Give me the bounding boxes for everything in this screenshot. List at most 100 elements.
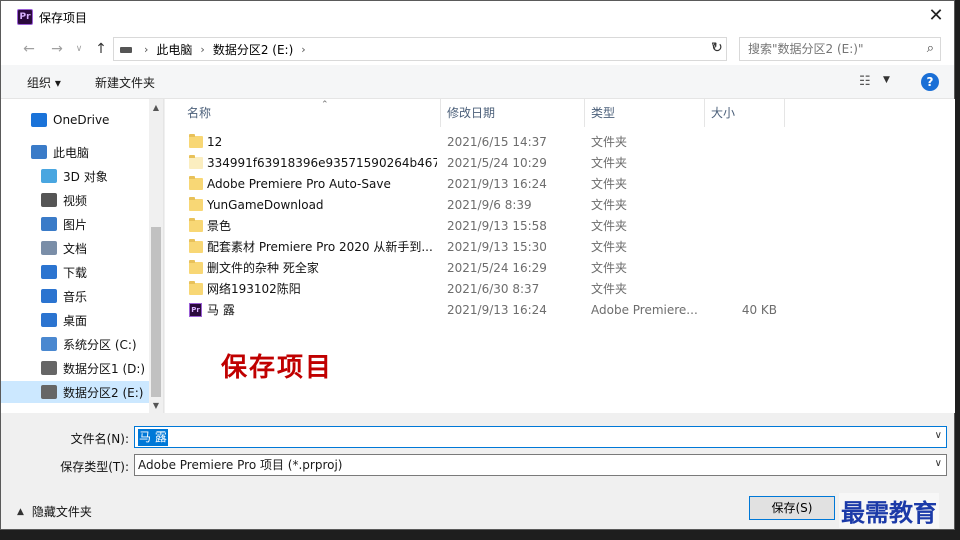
- column-header-name[interactable]: 名称 ⌃: [181, 99, 441, 127]
- file-row[interactable]: YunGameDownload 2021/9/6 8:39 文件夹: [165, 195, 955, 216]
- nav-item-label: 下载: [63, 265, 88, 280]
- file-type: 文件夹: [591, 282, 628, 296]
- nav-item[interactable]: 系统分区 (C:): [1, 333, 149, 355]
- file-type: 文件夹: [591, 156, 628, 170]
- breadcrumb-drive-e[interactable]: 数据分区2 (E:): [213, 41, 293, 58]
- music-icon: [41, 289, 57, 303]
- column-header-size[interactable]: 大小: [705, 99, 785, 127]
- file-size: [711, 237, 777, 258]
- organize-menu-button[interactable]: 组织 ▾: [27, 74, 61, 91]
- column-header-type[interactable]: 类型: [585, 99, 705, 127]
- file-row[interactable]: 12 2021/6/15 14:37 文件夹: [165, 132, 955, 153]
- forward-arrow-icon[interactable]: →: [47, 39, 67, 59]
- save-button[interactable]: 保存(S): [749, 496, 835, 520]
- nav-item-label: 3D 对象: [63, 169, 108, 184]
- nav-item[interactable]: 下载: [1, 261, 149, 283]
- command-bar: 组织 ▾ 新建文件夹 ☷ ▼ ?: [1, 65, 954, 99]
- address-bar[interactable]: › 此电脑 › 数据分区2 (E:) › ∨: [113, 37, 727, 61]
- scroll-thumb[interactable]: [151, 227, 161, 397]
- nav-item[interactable]: 数据分区2 (E:): [1, 381, 149, 403]
- watermark-logo: 最需教育: [839, 493, 939, 528]
- up-arrow-icon[interactable]: ↑: [91, 39, 111, 59]
- drive-c-icon: [41, 337, 57, 351]
- nav-item[interactable]: 桌面: [1, 309, 149, 331]
- nav-item-label: 文档: [63, 241, 88, 256]
- nav-item[interactable]: 此电脑: [1, 141, 149, 163]
- breadcrumb: › 此电脑 › 数据分区2 (E:) ›: [136, 38, 314, 60]
- nav-item[interactable]: 数据分区1 (D:): [1, 357, 149, 379]
- nav-item-label: 视频: [63, 193, 88, 208]
- window-title: 保存项目: [39, 10, 88, 25]
- breadcrumb-separator-icon[interactable]: ›: [200, 43, 204, 56]
- sort-up-icon: ⌃: [321, 100, 329, 110]
- chevron-down-icon[interactable]: ▼: [883, 75, 890, 85]
- file-size: 40 KB: [741, 303, 777, 317]
- nav-item-label: 图片: [63, 217, 88, 232]
- file-modified: 2021/9/6 8:39: [447, 198, 532, 212]
- download-icon: [41, 265, 57, 279]
- scroll-down-icon[interactable]: ▼: [149, 399, 163, 413]
- search-icon[interactable]: ⌕: [927, 41, 934, 56]
- refresh-icon[interactable]: ↻: [706, 37, 728, 61]
- file-row[interactable]: 配套素材 Premiere Pro 2020 从新手到... 2021/9/13 …: [165, 237, 955, 258]
- search-input[interactable]: [740, 38, 910, 60]
- nav-item-label: 桌面: [63, 313, 88, 328]
- nav-item[interactable]: 音乐: [1, 285, 149, 307]
- view-options-icon[interactable]: ☷: [859, 74, 871, 89]
- file-name: 配套素材 Premiere Pro 2020 从新手到...: [207, 240, 433, 254]
- file-size: [711, 216, 777, 237]
- chevron-down-icon[interactable]: ∨: [935, 430, 942, 441]
- drive-icon: [41, 385, 57, 399]
- file-name: 马 露: [207, 303, 235, 317]
- breadcrumb-this-pc[interactable]: 此电脑: [156, 41, 192, 58]
- file-modified: 2021/6/15 14:37: [447, 135, 547, 149]
- chevron-down-icon[interactable]: ∨: [935, 458, 942, 469]
- file-row[interactable]: 334991f63918396e93571590264b4674 2021/5/2…: [165, 153, 955, 174]
- recent-chevron-icon[interactable]: ∨: [69, 39, 89, 59]
- file-row[interactable]: 删文件的杂种 死全家 2021/5/24 16:29 文件夹: [165, 258, 955, 279]
- filename-field[interactable]: 马 露 ∨: [134, 426, 947, 448]
- folder-icon: [189, 218, 203, 232]
- nav-item-label: 数据分区2 (E:): [63, 385, 144, 400]
- file-name: 删文件的杂种 死全家: [207, 261, 319, 275]
- cloud-icon: [31, 113, 47, 127]
- file-row[interactable]: Pr 马 露 2021/9/13 16:24 Adobe Premiere... 40 …: [165, 300, 955, 321]
- column-name-label: 名称: [187, 106, 212, 120]
- file-modified: 2021/9/13 16:24: [447, 177, 547, 191]
- file-modified: 2021/9/13 15:58: [447, 219, 547, 233]
- computer-icon: [31, 145, 47, 159]
- cube-icon: [41, 169, 57, 183]
- breadcrumb-separator-icon[interactable]: ›: [144, 43, 148, 56]
- nav-item[interactable]: 文档: [1, 237, 149, 259]
- file-modified: 2021/5/24 10:29: [447, 156, 547, 170]
- filename-value[interactable]: 马 露: [138, 429, 168, 446]
- file-row[interactable]: 网络193102陈阳 2021/6/30 8:37 文件夹: [165, 279, 955, 300]
- nav-item[interactable]: OneDrive: [1, 109, 149, 131]
- hide-folders-label: 隐藏文件夹: [31, 505, 92, 519]
- filetype-select[interactable]: Adobe Premiere Pro 项目 (*.prproj) ∨: [134, 454, 947, 476]
- nav-item-label: OneDrive: [53, 113, 110, 127]
- column-header-modified[interactable]: 修改日期: [441, 99, 585, 127]
- save-dialog: Pr 保存项目 ✕ ← → ∨ ↑ › 此电脑 › 数据分区2 (E:) › ∨…: [0, 0, 955, 530]
- filename-label: 文件名(N):: [70, 432, 129, 446]
- file-type: 文件夹: [591, 219, 628, 233]
- folder-icon: [189, 176, 203, 190]
- nav-scrollbar[interactable]: ▲ ▼: [149, 99, 163, 413]
- file-name: 网络193102陈阳: [207, 282, 301, 296]
- help-icon[interactable]: ?: [921, 73, 939, 91]
- file-modified: 2021/9/13 15:30: [447, 240, 547, 254]
- back-arrow-icon[interactable]: ←: [19, 39, 39, 59]
- close-icon[interactable]: ✕: [924, 5, 948, 29]
- scroll-up-icon[interactable]: ▲: [149, 101, 163, 115]
- nav-item[interactable]: 图片: [1, 213, 149, 235]
- search-box[interactable]: ⌕: [739, 37, 941, 61]
- nav-item-label: 音乐: [63, 289, 88, 304]
- new-folder-button[interactable]: 新建文件夹: [95, 74, 155, 91]
- hide-folders-toggle[interactable]: ▲ 隐藏文件夹: [17, 503, 92, 520]
- nav-item[interactable]: 视频: [1, 189, 149, 211]
- nav-item[interactable]: 3D 对象: [1, 165, 149, 187]
- file-row[interactable]: Adobe Premiere Pro Auto-Save 2021/9/13 16…: [165, 174, 955, 195]
- file-name: Adobe Premiere Pro Auto-Save: [207, 177, 391, 191]
- breadcrumb-separator-icon[interactable]: ›: [301, 43, 305, 56]
- file-row[interactable]: 景色 2021/9/13 15:58 文件夹: [165, 216, 955, 237]
